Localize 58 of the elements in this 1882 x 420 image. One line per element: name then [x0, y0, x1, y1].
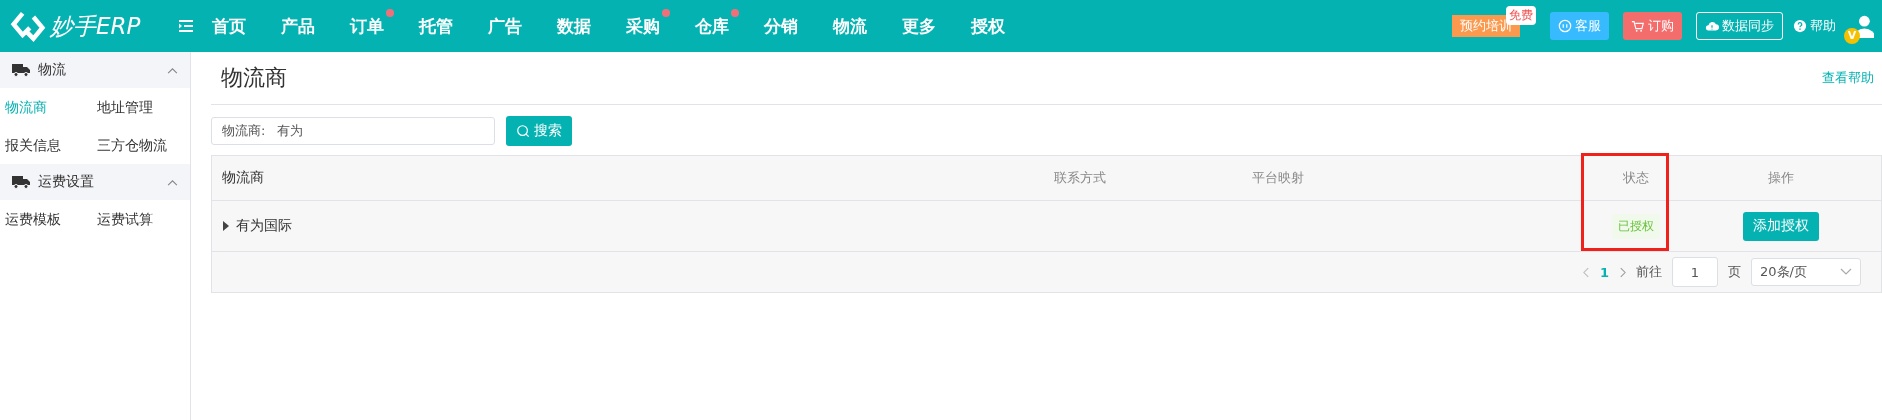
- cloud-icon: [1705, 19, 1719, 33]
- sidebar-item[interactable]: 运费模板: [0, 200, 92, 238]
- truck-icon: [12, 63, 30, 77]
- chat-icon: [1558, 19, 1572, 33]
- order-button[interactable]: 订购: [1623, 12, 1682, 40]
- nav-item[interactable]: 订单: [350, 4, 419, 48]
- sidebar-item[interactable]: 运费试算: [92, 200, 190, 238]
- page-unit: 页: [1728, 263, 1741, 281]
- add-authorization-button[interactable]: 添加授权: [1742, 211, 1819, 241]
- chevron-down-icon: [1840, 268, 1852, 276]
- sidebar-item[interactable]: 物流商: [0, 88, 92, 126]
- nav-item[interactable]: 数据: [557, 4, 626, 48]
- sidebar-item[interactable]: 报关信息: [0, 126, 92, 164]
- nav-item[interactable]: 物流: [833, 4, 902, 48]
- service-button[interactable]: 客服: [1550, 12, 1609, 40]
- sidebar-group-header[interactable]: 物流: [0, 52, 190, 88]
- nav-item[interactable]: 分销: [764, 4, 833, 48]
- nav-item[interactable]: 首页: [212, 4, 281, 48]
- next-page-icon[interactable]: [1619, 266, 1626, 278]
- help-link[interactable]: 查看帮助: [1822, 69, 1882, 87]
- nav-item[interactable]: 广告: [488, 4, 557, 48]
- caret-right-icon[interactable]: [222, 221, 230, 231]
- column-header: 操作: [1766, 169, 1795, 187]
- page-size-select[interactable]: 20条/页: [1751, 258, 1861, 286]
- search-field[interactable]: 物流商: 有为: [211, 117, 495, 145]
- nav-item[interactable]: 仓库: [695, 4, 764, 48]
- nav-item[interactable]: 采购: [626, 4, 695, 48]
- nav-item[interactable]: 更多: [902, 4, 971, 48]
- column-header: 平台映射: [1252, 169, 1305, 187]
- nav-item[interactable]: 授权: [971, 4, 1040, 48]
- sync-button[interactable]: 数据同步: [1696, 12, 1783, 40]
- nav-item[interactable]: 托管: [419, 4, 488, 48]
- sidebar-group-header[interactable]: 运费设置: [0, 164, 190, 200]
- help-link[interactable]: 帮助: [1793, 12, 1836, 40]
- sidebar-item[interactable]: 三方仓物流: [92, 126, 190, 164]
- column-header: 状态: [1622, 169, 1650, 187]
- group-title: 运费设置: [38, 173, 94, 191]
- goto-label: 前往: [1636, 263, 1662, 281]
- page-number[interactable]: 1: [1599, 264, 1609, 280]
- sidebar-item[interactable]: 地址管理: [92, 88, 190, 126]
- search-button[interactable]: 搜索: [506, 116, 572, 146]
- vip-badge: V: [1844, 28, 1860, 44]
- search-icon: [516, 124, 530, 138]
- group-title: 物流: [38, 61, 66, 79]
- free-badge: 免费: [1506, 6, 1536, 25]
- column-header: 联系方式: [1054, 169, 1107, 187]
- page-title: 物流商: [220, 64, 287, 92]
- status-tag: 已授权: [1612, 213, 1660, 239]
- logo-text: 妙手ERP: [50, 11, 141, 41]
- column-header: 物流商: [221, 169, 265, 187]
- help-icon: [1793, 19, 1807, 33]
- page-input[interactable]: 1: [1672, 257, 1718, 287]
- cart-icon: [1631, 19, 1645, 33]
- truck-icon: [12, 175, 30, 189]
- provider-name: 有为国际: [236, 217, 292, 235]
- menu-icon[interactable]: [178, 20, 194, 32]
- nav-item[interactable]: 产品: [281, 4, 350, 48]
- prev-page-icon[interactable]: [1582, 266, 1590, 278]
